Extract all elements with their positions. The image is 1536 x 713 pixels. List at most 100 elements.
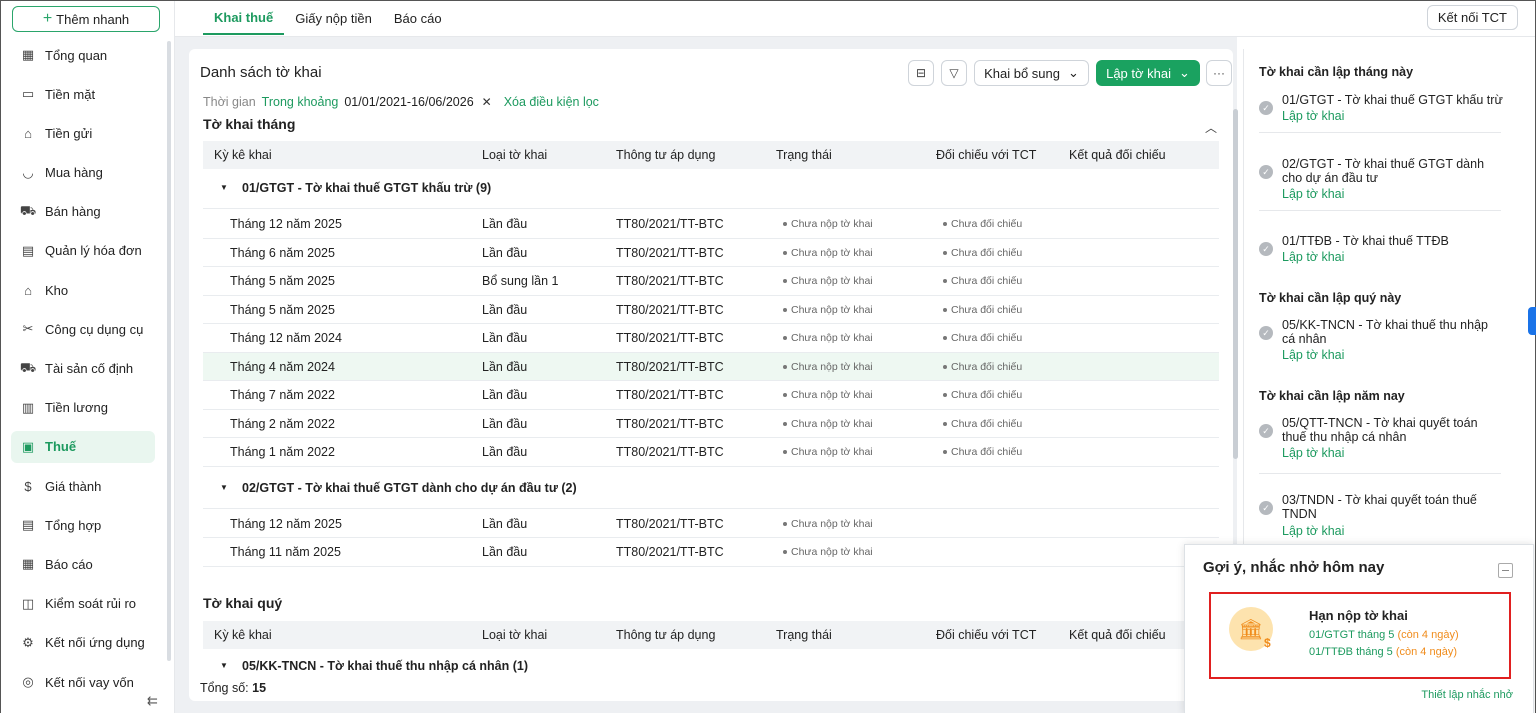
sidebar-item[interactable]: ⚙ Kết nối ứng dụng — [11, 627, 155, 659]
deadline-reminder-card[interactable]: 🏛 $ Hạn nộp tờ khai 01/GTGT tháng 5 (còn… — [1209, 592, 1511, 679]
status-text: Chưa nộp tờ khai — [791, 360, 873, 373]
table-row[interactable]: Tháng 12 năm 2024 Lần đầu TT80/2021/TT-BTC… — [203, 324, 1219, 353]
status-text: Chưa nộp tờ khai — [791, 275, 873, 287]
sidebar-item[interactable]: $ Giá thành — [11, 470, 155, 502]
sidebar-item[interactable]: ⛟ Tài sản cố định — [11, 353, 155, 385]
monthly-section-title: Tờ khai tháng — [203, 116, 296, 132]
reminder-line[interactable]: 01/GTGT tháng 5 (còn 4 ngày) — [1309, 629, 1459, 641]
cell-circular: TT80/2021/TT-BTC — [616, 245, 724, 260]
tab-giay-nop-tien[interactable]: Giấy nộp tiền — [284, 1, 383, 35]
cell-status: Chưa nộp tờ khai — [783, 247, 873, 259]
status-text: Chưa nộp tờ khai — [791, 517, 873, 530]
todo-title: 01/GTGT - Tờ khai thuế GTGT khấu trừ — [1282, 93, 1503, 107]
collapse-sidebar-icon[interactable]: ⇇ — [147, 693, 158, 709]
reconcile-text: Chưa đối chiếu — [951, 303, 1023, 316]
reminder-settings-link[interactable]: Thiết lập nhắc nhở — [1421, 689, 1513, 701]
table-row[interactable]: Tháng 11 năm 2025 Lần đầu TT80/2021/TT-BTC… — [203, 538, 1219, 567]
table-row[interactable]: Tháng 2 năm 2022 Lần đầu TT80/2021/TT-BTC C… — [203, 410, 1219, 438]
sidebar-item[interactable]: ▤ Tổng hợp — [11, 509, 155, 541]
cell-circular: TT80/2021/TT-BTC — [616, 217, 724, 231]
todo-title: 05/QTT-TNCN - Tờ khai quyết toán thuế th… — [1282, 416, 1478, 444]
total-value: 15 — [252, 681, 267, 695]
todo-title: 03/TNDN - Tờ khai quyết toán thuế TNDN — [1282, 493, 1477, 521]
sidebar-scrollbar[interactable] — [167, 41, 171, 661]
sidebar-item[interactable]: ▭ Tiền mặt — [11, 78, 155, 110]
minimize-icon[interactable] — [1498, 563, 1513, 578]
cell-type: Lần đầu — [482, 359, 528, 374]
cell-reconcile: Chưa đối chiếu — [943, 361, 1022, 373]
supplement-dropdown[interactable]: Khai bổ sung ⌄ — [974, 60, 1089, 86]
col-reconcile: Đối chiếu với TCT — [936, 628, 1037, 642]
sidebar-item[interactable]: ⛟ Bán hàng — [11, 196, 155, 228]
reminder-line[interactable]: 01/TTĐB tháng 5 (còn 4 ngày) — [1309, 646, 1457, 658]
filter-button[interactable]: ▽ — [941, 60, 967, 86]
filter-mode[interactable]: Trong khoảng — [262, 95, 339, 109]
create-declaration-link[interactable]: Lập tờ khai — [1282, 348, 1344, 362]
create-declaration-link[interactable]: Lập tờ khai — [1282, 446, 1344, 460]
clear-filter-icon[interactable]: ✕ — [482, 95, 492, 109]
quarterly-group-row[interactable]: ▼ 05/KK-TNCN - Tờ khai thuế thu nhập cá … — [203, 649, 1219, 683]
cart-icon: ⛟ — [19, 202, 37, 218]
create-declaration-link[interactable]: Lập tờ khai — [1282, 109, 1344, 123]
create-declaration-button[interactable]: Lập tờ khai ⌄ — [1096, 60, 1200, 86]
cell-status: Chưa nộp tờ khai — [783, 218, 873, 230]
group-title: 02/GTGT - Tờ khai thuế GTGT dành cho dự … — [242, 480, 577, 495]
sidebar-item[interactable]: ◎ Kết nối vay vốn — [11, 666, 155, 698]
cell-status: Chưa nộp tờ khai — [783, 518, 873, 530]
sidebar-item-label: Quản lý hóa đơn — [45, 243, 142, 259]
sidebar-item[interactable]: ✂ Công cụ dụng cụ — [11, 313, 155, 345]
sidebar-item[interactable]: ▦ Tổng quan — [11, 39, 155, 71]
table-row[interactable]: Tháng 6 năm 2025 Lần đầu TT80/2021/TT-BTC C… — [203, 239, 1219, 267]
reminder-popup: Gợi ý, nhắc nhở hôm nay 🏛 $ Hạn nộp tờ k… — [1184, 544, 1534, 713]
reminder-note: (còn 4 ngày) — [1397, 629, 1459, 641]
create-declaration-link[interactable]: Lập tờ khai — [1282, 250, 1344, 264]
cell-circular: TT80/2021/TT-BTC — [616, 331, 724, 345]
table-row[interactable]: Tháng 12 năm 2025 Lần đầu TT80/2021/TT-BTC… — [203, 210, 1219, 239]
sidebar-item[interactable]: ◡ Mua hàng — [11, 157, 155, 189]
table-row[interactable]: Tháng 5 năm 2025 Lần đầu TT80/2021/TT-BTC C… — [203, 296, 1219, 324]
tab-khai-thue[interactable]: Khai thuế — [203, 1, 285, 35]
status-dot — [943, 421, 947, 426]
loan-icon: ◎ — [22, 674, 34, 689]
cell-period: Tháng 7 năm 2022 — [230, 388, 335, 402]
cell-reconcile: Chưa đối chiếu — [943, 247, 1022, 259]
tab-bao-cao[interactable]: Báo cáo — [383, 1, 453, 35]
table-row[interactable]: Tháng 4 năm 2024 Lần đầu TT80/2021/TT-BTC C… — [203, 352, 1219, 381]
clear-filter-link[interactable]: Xóa điều kiện lọc — [504, 95, 599, 109]
create-declaration-link[interactable]: Lập tờ khai — [1282, 524, 1344, 538]
create-declaration-link[interactable]: Lập tờ khai — [1282, 187, 1344, 201]
cell-period: Tháng 12 năm 2024 — [230, 331, 342, 345]
sidebar-item[interactable]: ▥ Tiền lương — [11, 392, 155, 424]
cell-circular: TT80/2021/TT-BTC — [616, 516, 724, 531]
more-icon: ··· — [1213, 66, 1225, 80]
sidebar-item[interactable]: ▤ Quản lý hóa đơn — [11, 235, 155, 267]
table-row[interactable]: Tháng 12 năm 2025 Lần đầu TT80/2021/TT-BTC… — [203, 510, 1219, 538]
side-toggle-tab[interactable] — [1528, 307, 1536, 335]
reminder-title: Hạn nộp tờ khai — [1309, 608, 1408, 623]
sidebar-item[interactable]: ▣ Thuế — [11, 430, 155, 463]
table-row[interactable]: Tháng 1 năm 2022 Lần đầu TT80/2021/TT-BTC C… — [203, 438, 1219, 467]
sidebar-item[interactable]: ⌂ Kho — [11, 274, 155, 306]
status-dot — [783, 307, 787, 312]
collapse-all-button[interactable]: ⊟ — [908, 60, 934, 86]
cell-period: Tháng 5 năm 2025 — [230, 274, 335, 288]
connect-tct-button[interactable]: Kết nối TCT — [1426, 5, 1518, 30]
sidebar-item[interactable]: ⌂ Tiền gửi — [11, 117, 155, 149]
col-type: Loại tờ khai — [482, 628, 548, 642]
table-row[interactable]: Tháng 5 năm 2025 Bổ sung lần 1 TT80/2021/T… — [203, 267, 1219, 296]
main-scrollbar[interactable] — [1233, 109, 1238, 459]
quick-add-button[interactable]: + Thêm nhanh — [12, 6, 160, 32]
sidebar-item[interactable]: ◫ Kiểm soát rủi ro — [11, 588, 155, 620]
cell-period: Tháng 2 năm 2022 — [230, 416, 335, 431]
summary-icon: ▤ — [21, 517, 35, 533]
chevron-up-icon[interactable]: ︿ — [1205, 119, 1217, 136]
more-options-button[interactable]: ··· — [1206, 60, 1232, 86]
table-row[interactable]: Tháng 7 năm 2022 Lần đầu TT80/2021/TT-BTC C… — [203, 381, 1219, 410]
tools-icon: ✂ — [22, 321, 34, 337]
filter-range[interactable]: 01/01/2021-16/06/2026 — [344, 95, 473, 109]
status-text: Chưa nộp tờ khai — [791, 389, 873, 401]
group-row[interactable]: ▼ 02/GTGT - Tờ khai thuế GTGT dành cho dự… — [203, 469, 1219, 509]
sidebar-item[interactable]: ▦ Báo cáo — [11, 548, 155, 580]
chevron-down-icon: ⌄ — [1179, 65, 1190, 80]
group-row[interactable]: ▼ 01/GTGT - Tờ khai thuế GTGT khấu trừ (9… — [203, 169, 1219, 209]
